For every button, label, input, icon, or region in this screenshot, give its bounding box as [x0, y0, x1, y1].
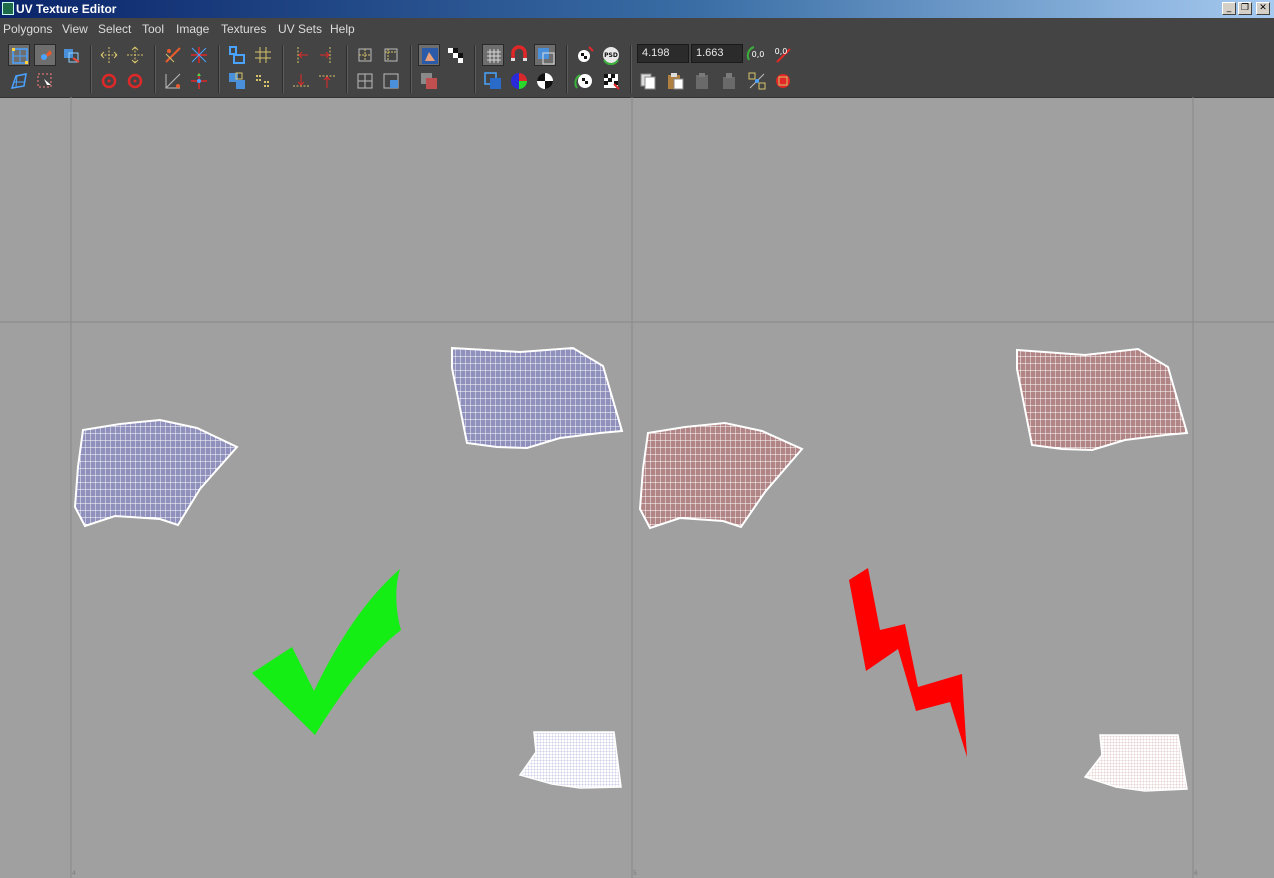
sew-uv-edges-icon[interactable] [162, 70, 184, 92]
cycle-uvs-icon[interactable] [380, 44, 402, 66]
tweak-uv-icon[interactable] [60, 44, 82, 66]
unitize-uvs-icon[interactable] [380, 70, 402, 92]
update-psd-icon[interactable] [574, 44, 596, 66]
menu-view[interactable]: View [62, 22, 88, 36]
paste-v-disabled-icon [718, 70, 740, 92]
uv-smudge-icon[interactable] [8, 70, 30, 92]
display-image-icon[interactable] [418, 44, 440, 66]
menu-help[interactable]: Help [330, 22, 355, 36]
toolbar-separator [346, 45, 348, 93]
psd-label: PSD [604, 52, 618, 59]
image-range-icon[interactable] [418, 70, 440, 92]
uv-lattice-tool-icon[interactable] [8, 44, 30, 66]
uv-shell-right-large[interactable] [1016, 347, 1189, 452]
toolbar-separator [282, 45, 284, 93]
checkmark-icon [252, 569, 401, 735]
shade-uvs-icon[interactable] [534, 44, 556, 66]
uv-shell-left-medium[interactable] [73, 418, 239, 528]
layout-uvs-icon[interactable] [226, 44, 248, 66]
toolbar-separator [474, 45, 476, 93]
move-sew-icon[interactable] [188, 70, 210, 92]
normalize-uvs-icon[interactable] [354, 70, 376, 92]
toggle-grid-icon[interactable] [482, 44, 504, 66]
lightning-bolt-icon [849, 568, 967, 757]
menu-textures[interactable]: Textures [221, 22, 266, 36]
reset-u-icon[interactable]: 0,0 [746, 43, 768, 65]
paste-uvs-icon[interactable] [664, 70, 686, 92]
align-max-v-icon[interactable] [316, 70, 338, 92]
isolate-select-icon[interactable] [482, 70, 504, 92]
toolbar-separator [630, 45, 632, 93]
window-title: UV Texture Editor [16, 2, 117, 16]
minimize-button[interactable]: _ [1222, 2, 1236, 15]
straighten-uvs-icon[interactable] [354, 44, 376, 66]
zero-u-label: 0,0 [752, 50, 765, 59]
toolbar-separator [566, 45, 568, 93]
checker-map-icon[interactable] [600, 70, 622, 92]
snap-magnet-icon[interactable] [508, 44, 530, 66]
title-bar: UV Texture Editor _ ❐ ✕ [0, 0, 1274, 18]
u-tick-label: 4 [72, 870, 76, 877]
relax-uvs-icon[interactable] [252, 70, 274, 92]
toolbar-separator [410, 45, 412, 93]
paste-u-disabled-icon [691, 70, 713, 92]
uv-shell-left-small[interactable] [518, 731, 622, 789]
psd-network-icon[interactable]: PSD [600, 44, 622, 66]
uv-snapshot-icon[interactable] [574, 70, 596, 92]
toolbar-separator [90, 45, 92, 93]
uv-shell-left-large[interactable] [451, 346, 624, 450]
rotate-ccw-icon[interactable] [98, 70, 120, 92]
cut-uv-edges-icon[interactable] [162, 44, 184, 66]
unfold-uvs-icon[interactable] [226, 70, 248, 92]
menu-polygons[interactable]: Polygons [3, 22, 52, 36]
alpha-channel-icon[interactable] [534, 70, 556, 92]
copy-uvs-icon[interactable] [637, 70, 659, 92]
move-uv-shell-icon[interactable] [34, 44, 56, 66]
toolbar-separator [218, 45, 220, 93]
v-coordinate-field[interactable]: 1.663 [691, 44, 743, 63]
align-max-u-icon[interactable] [316, 44, 338, 66]
menu-bar: Polygons View Select Tool Image Textures… [0, 18, 1274, 40]
select-shortest-edge-icon[interactable] [34, 70, 56, 92]
rgb-channels-icon[interactable] [508, 70, 530, 92]
uv-shell-right-small[interactable] [1083, 734, 1188, 792]
menu-select[interactable]: Select [98, 22, 131, 36]
split-uvs-icon[interactable] [188, 44, 210, 66]
u-coordinate-field[interactable]: 4.198 [637, 44, 689, 63]
reset-v-icon[interactable]: 0,0 [772, 43, 794, 65]
uv-shell-right-medium[interactable] [638, 421, 804, 530]
close-button[interactable]: ✕ [1256, 2, 1270, 15]
delete-uvs-icon[interactable] [772, 70, 794, 92]
grid-uvs-icon[interactable] [252, 44, 274, 66]
restore-button[interactable]: ❐ [1238, 2, 1252, 15]
rotate-cw-icon[interactable] [124, 70, 146, 92]
menu-uv-sets[interactable]: UV Sets [278, 22, 322, 36]
app-icon [2, 2, 14, 15]
u-tick-label: 5 [633, 870, 637, 877]
menu-image[interactable]: Image [176, 22, 209, 36]
checker-tiles-icon[interactable] [444, 44, 466, 66]
toolbar-separator [154, 45, 156, 93]
align-min-v-icon[interactable] [290, 70, 312, 92]
cycle-uv-sets-icon[interactable] [746, 70, 768, 92]
flip-u-icon[interactable] [98, 44, 120, 66]
align-min-u-icon[interactable] [290, 44, 312, 66]
menu-tool[interactable]: Tool [142, 22, 164, 36]
zero-v-label: 0,0 [775, 47, 788, 56]
flip-v-icon[interactable] [124, 44, 146, 66]
uv-viewport[interactable] [0, 97, 1274, 878]
u-tick-label: 6 [1194, 870, 1198, 877]
